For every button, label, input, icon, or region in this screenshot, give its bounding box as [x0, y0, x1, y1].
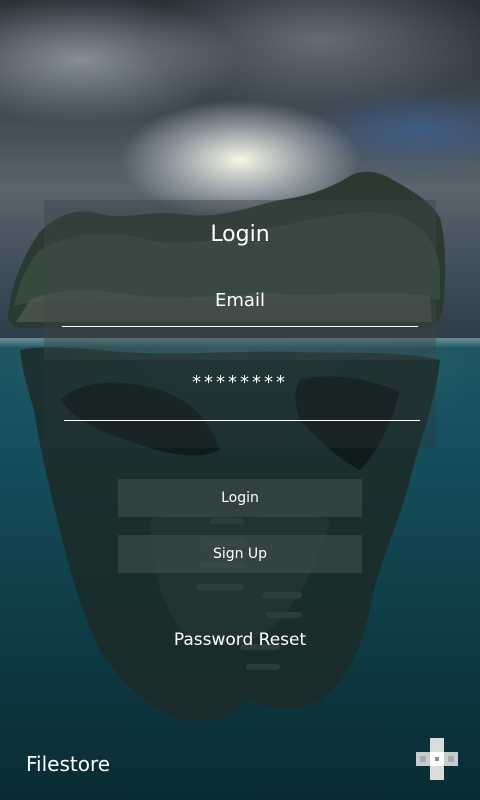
password-underline — [64, 420, 420, 421]
app-name: Filestore — [26, 752, 111, 776]
login-screen: Login Email ******** Login Sign Up Passw… — [0, 0, 480, 800]
password-field[interactable]: ******** — [62, 372, 418, 393]
pixel-cross-icon[interactable] — [416, 738, 458, 780]
signup-button[interactable]: Sign Up — [118, 535, 362, 573]
email-field[interactable]: Email — [62, 290, 418, 311]
login-button[interactable]: Login — [118, 479, 362, 517]
email-underline — [62, 326, 418, 327]
password-reset-link[interactable]: Password Reset — [120, 630, 360, 650]
login-title: Login — [210, 222, 270, 247]
